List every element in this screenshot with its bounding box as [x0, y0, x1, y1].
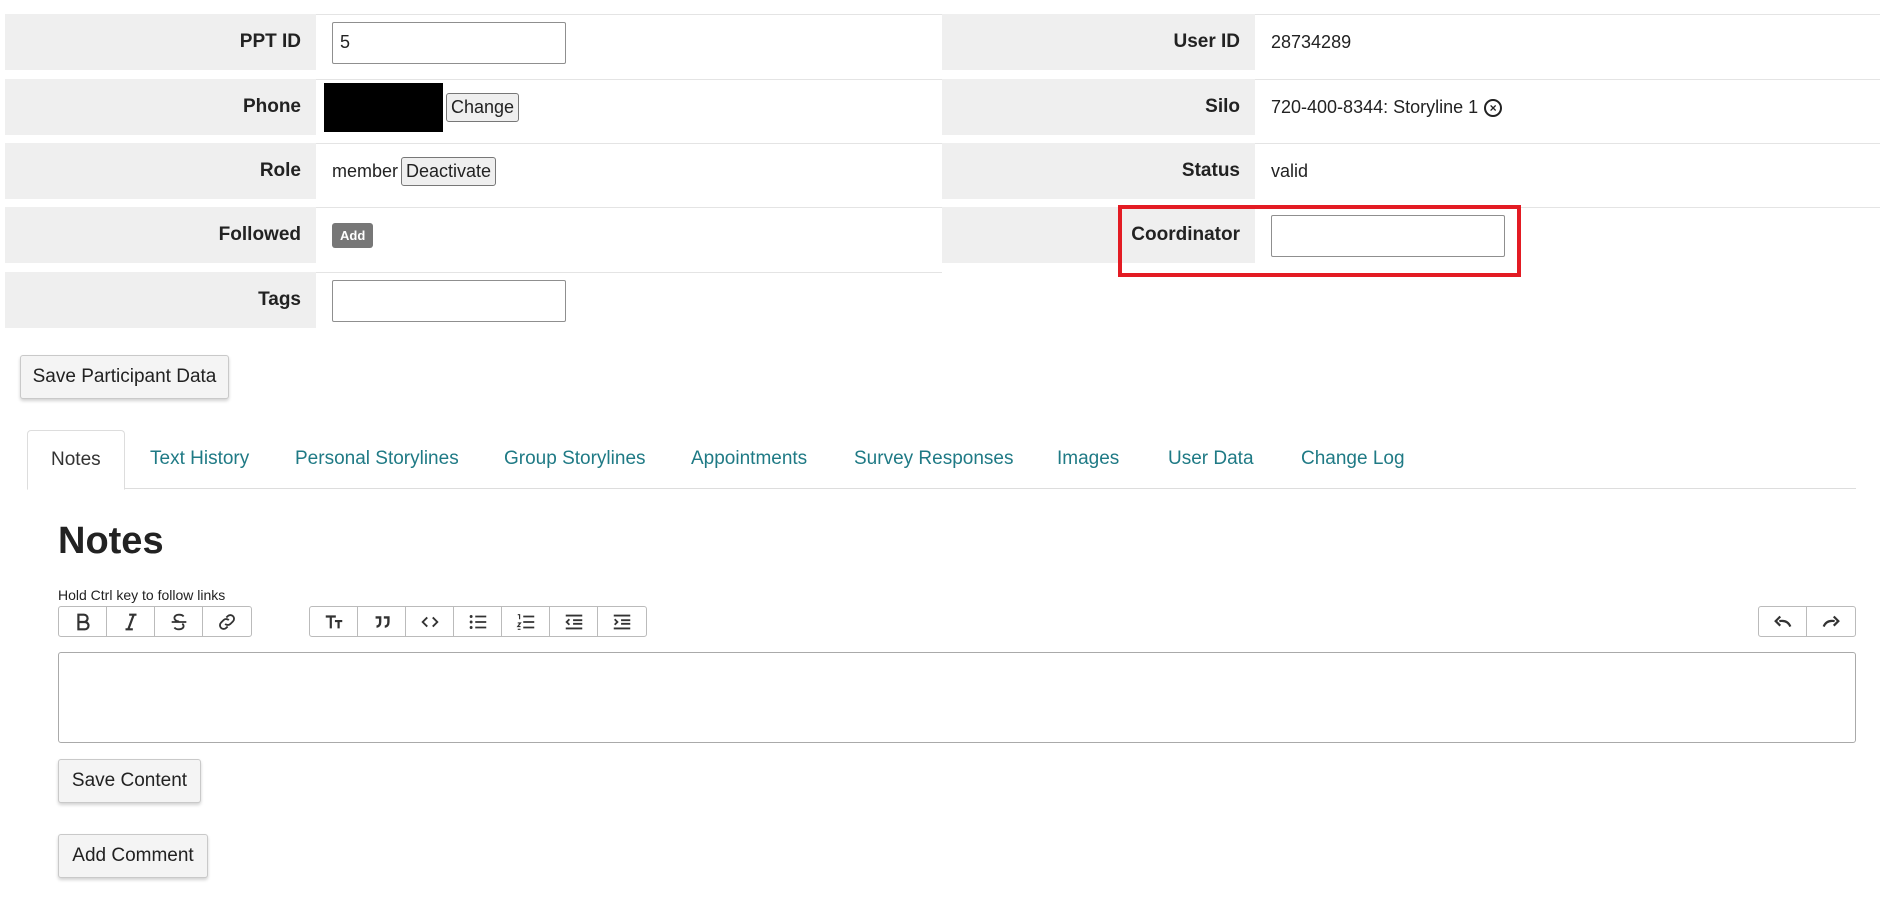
- notes-editor[interactable]: [58, 652, 1856, 743]
- numbered-list-icon[interactable]: [502, 607, 550, 636]
- save-content-button[interactable]: Save Content: [58, 759, 201, 803]
- phone-label: Phone: [5, 79, 316, 135]
- coordinator-highlight-box: [1118, 205, 1521, 277]
- outdent-icon[interactable]: [550, 607, 598, 636]
- user-id-value: 28734289: [1271, 32, 1352, 52]
- redo-icon[interactable]: [1807, 607, 1855, 636]
- notes-heading: Notes: [58, 520, 164, 562]
- ppt-id-cell: [316, 14, 942, 70]
- undo-icon[interactable]: [1759, 607, 1807, 636]
- silo-cell: 720-400-8344: Storyline 1 ×: [1255, 79, 1880, 135]
- add-comment-button[interactable]: Add Comment: [58, 834, 208, 878]
- tags-label: Tags: [5, 272, 316, 328]
- status-cell: valid: [1255, 143, 1880, 199]
- add-follower-button[interactable]: Add: [332, 223, 374, 248]
- ppt-id-label: PPT ID: [5, 14, 316, 70]
- tab-bar: Notes Text History Personal Storylines G…: [27, 430, 1856, 490]
- bold-icon[interactable]: [59, 607, 107, 636]
- tab-images[interactable]: Images: [1057, 430, 1119, 489]
- tab-personal-storylines[interactable]: Personal Storylines: [295, 430, 459, 489]
- deactivate-button[interactable]: Deactivate: [401, 157, 497, 186]
- redacted-phone: [324, 83, 443, 132]
- tab-user-data[interactable]: User Data: [1168, 430, 1254, 489]
- tab-text-history[interactable]: Text History: [150, 430, 249, 489]
- status-label: Status: [942, 143, 1255, 199]
- heading-icon[interactable]: [310, 607, 358, 636]
- ppt-id-input[interactable]: [332, 21, 566, 64]
- ctrl-link-hint: Hold Ctrl key to follow links: [58, 587, 226, 603]
- code-icon[interactable]: [406, 607, 454, 636]
- role-cell: member Deactivate: [316, 143, 942, 199]
- user-id-label: User ID: [942, 14, 1255, 70]
- italic-icon[interactable]: [107, 607, 155, 636]
- silo-label: Silo: [942, 79, 1255, 135]
- followed-label: Followed: [5, 207, 316, 263]
- user-id-cell: 28734289: [1255, 14, 1880, 70]
- status-value: valid: [1271, 161, 1309, 181]
- tab-survey-responses[interactable]: Survey Responses: [854, 430, 1013, 489]
- block-toolbar-group: [309, 606, 647, 637]
- phone-cell: Change: [316, 79, 942, 135]
- save-participant-button[interactable]: Save Participant Data: [20, 355, 229, 399]
- history-toolbar-group: [1758, 606, 1856, 637]
- tab-notes[interactable]: Notes: [27, 430, 125, 490]
- role-value: member: [332, 161, 399, 181]
- role-label: Role: [5, 143, 316, 199]
- remove-silo-icon[interactable]: ×: [1484, 98, 1503, 117]
- change-phone-button[interactable]: Change: [446, 93, 520, 122]
- tab-group-storylines[interactable]: Group Storylines: [504, 430, 646, 489]
- indent-icon[interactable]: [598, 607, 646, 636]
- bullet-list-icon[interactable]: [454, 607, 502, 636]
- silo-value: 720-400-8344: Storyline 1: [1271, 97, 1479, 117]
- format-toolbar-group: [58, 606, 252, 637]
- tab-appointments[interactable]: Appointments: [691, 430, 807, 489]
- tab-change-log[interactable]: Change Log: [1301, 430, 1405, 489]
- followed-cell: Add: [316, 207, 942, 263]
- strikethrough-icon[interactable]: [155, 607, 203, 636]
- tags-input[interactable]: [332, 279, 566, 322]
- link-icon[interactable]: [203, 607, 251, 636]
- quote-icon[interactable]: [358, 607, 406, 636]
- tags-cell: [316, 272, 942, 328]
